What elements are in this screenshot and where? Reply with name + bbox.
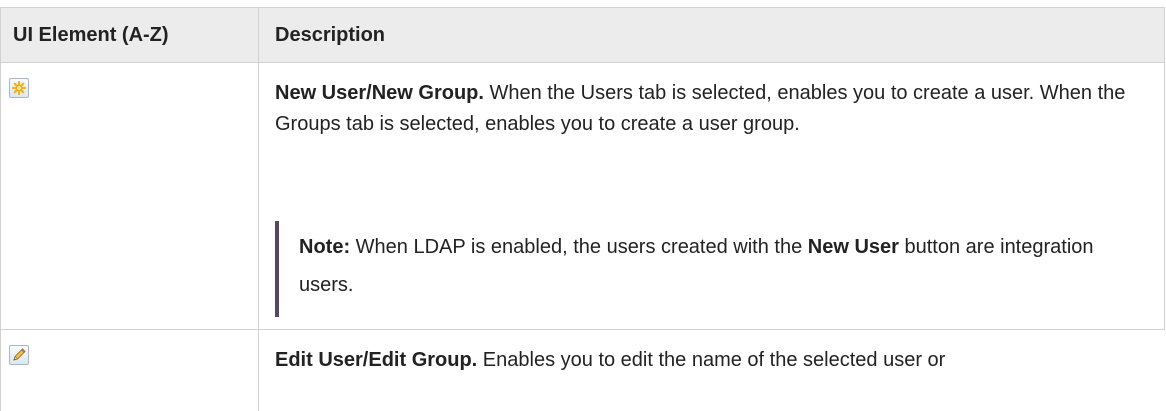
edit-user-text: Enables you to edit the name of the sele…	[477, 349, 946, 371]
table-header: UI Element (A-Z) Description	[0, 7, 1164, 63]
edit-user-description: Edit User/Edit Group. Enables you to edi…	[275, 345, 1145, 376]
note-callout: Note: When LDAP is enabled, the users cr…	[275, 221, 1135, 317]
table-left-border	[0, 7, 1, 411]
header-description: Description	[275, 24, 386, 46]
note-text: Note: When LDAP is enabled, the users cr…	[299, 228, 1119, 304]
note-bold-new-user: New User	[807, 236, 899, 258]
new-user-title: New User/New Group.	[275, 82, 484, 104]
edit-user-title: Edit User/Edit Group.	[275, 349, 478, 371]
note-text-before: When LDAP is enabled, the users created …	[350, 236, 808, 258]
table-right-border	[1164, 7, 1165, 330]
new-user-description: New User/New Group. When the Users tab i…	[275, 78, 1145, 140]
note-label: Note:	[299, 236, 351, 258]
header-ui-element: UI Element (A-Z)	[13, 24, 169, 46]
header-column-divider	[258, 7, 259, 63]
column-divider	[258, 63, 259, 411]
edit-pencil-icon	[9, 345, 29, 365]
row-divider	[0, 329, 1165, 330]
new-icon	[9, 78, 29, 98]
